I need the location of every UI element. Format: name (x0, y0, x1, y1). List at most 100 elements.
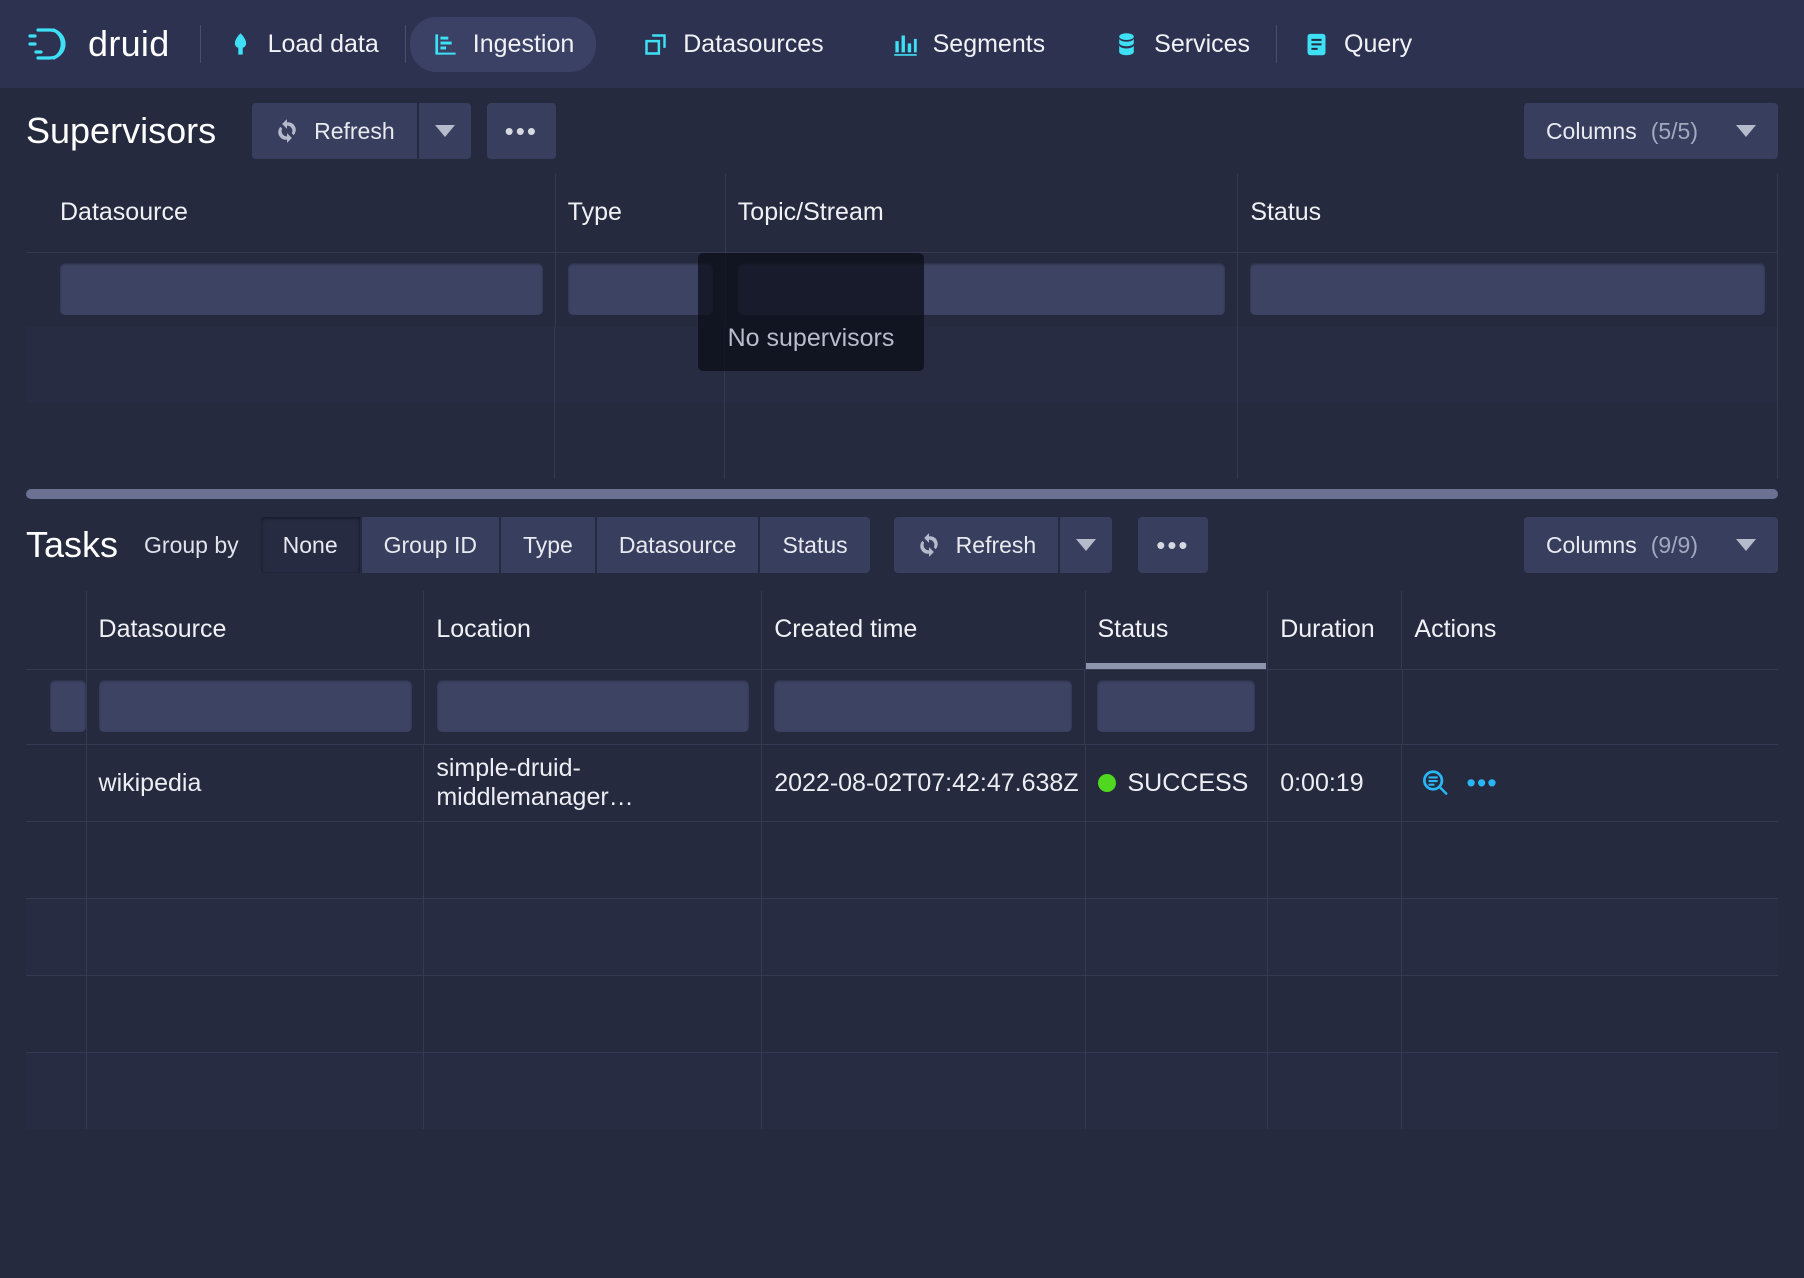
ingestion-chart-icon (432, 31, 459, 58)
supervisors-header-topic-stream[interactable]: Topic/Stream (726, 174, 1239, 252)
brand-name: druid (88, 23, 170, 65)
nav-item-load-data[interactable]: Load data (205, 17, 401, 72)
chevron-down-icon (1076, 539, 1096, 551)
more-dots-icon: ••• (505, 118, 538, 144)
tasks-filter-status[interactable] (1097, 680, 1255, 732)
supervisors-filter-status-cell (1238, 253, 1778, 327)
more-dots-icon: ••• (1156, 532, 1189, 558)
tasks-cell-duration: 0:00:19 (1268, 745, 1402, 821)
supervisors-filter-datasource[interactable] (60, 263, 543, 315)
nav-item-query[interactable]: Query (1281, 17, 1434, 72)
nav-item-segments[interactable]: Segments (870, 17, 1068, 72)
tasks-header-location[interactable]: Location (424, 591, 762, 669)
tasks-row-partial-cell (26, 745, 87, 821)
supervisors-filter-type[interactable] (568, 263, 713, 315)
tasks-filter-datasource[interactable] (99, 680, 412, 732)
tasks-header-partial-column[interactable] (26, 591, 87, 669)
supervisors-columns-count: (5/5) (1651, 118, 1698, 145)
tasks-more-button[interactable]: ••• (1138, 517, 1207, 573)
supervisors-filter-status[interactable] (1250, 263, 1765, 315)
tasks-actions-group: ••• (1414, 768, 1497, 798)
nav-divider-2 (405, 25, 406, 63)
supervisors-header-datasource[interactable]: Datasource (26, 174, 556, 252)
tasks-title: Tasks (26, 524, 118, 566)
supervisors-toolbar: Supervisors Refresh ••• Columns (5/5) (0, 88, 1804, 174)
tasks-filter-partial[interactable] (50, 680, 86, 732)
group-by-datasource-button[interactable]: Datasource (597, 517, 759, 573)
segments-bar-icon (892, 31, 919, 58)
nav-item-services[interactable]: Services (1091, 17, 1272, 72)
group-by-group-id-button[interactable]: Group ID (362, 517, 499, 573)
brand-logo[interactable]: druid (26, 22, 196, 66)
status-badge: SUCCESS (1128, 769, 1249, 798)
tasks-filter-created-time[interactable] (774, 680, 1072, 732)
tasks-filter-partial-cell (26, 670, 87, 744)
tasks-columns-count: (9/9) (1651, 532, 1698, 559)
tasks-header-status[interactable]: Status (1086, 591, 1269, 669)
tasks-empty-row-3 (26, 976, 1778, 1052)
supervisors-header-status[interactable]: Status (1238, 174, 1778, 252)
table-row[interactable]: wikipedia simple-druid-middlemanager… 20… (26, 745, 1778, 821)
chevron-down-icon (435, 125, 455, 137)
tasks-filter-created-time-cell (762, 670, 1085, 744)
query-document-icon (1303, 31, 1330, 58)
nav-item-ingestion[interactable]: Ingestion (410, 17, 596, 72)
tasks-refresh-dropdown[interactable] (1060, 517, 1112, 573)
chevron-down-icon (1736, 125, 1756, 137)
nav-label-ingestion: Ingestion (473, 30, 574, 59)
group-by-none-button[interactable]: None (261, 517, 360, 573)
tasks-header-duration[interactable]: Duration (1268, 591, 1402, 669)
tasks-row-more-icon[interactable]: ••• (1466, 770, 1497, 797)
tasks-refresh-group: Refresh (894, 517, 1113, 573)
supervisors-columns-button[interactable]: Columns (5/5) (1524, 103, 1778, 159)
tasks-group-by-label: Group by (144, 532, 239, 559)
nav-items: Load data Ingestion Datasources (205, 17, 1435, 72)
supervisors-header-type[interactable]: Type (556, 174, 726, 252)
tasks-cell-actions: ••• (1402, 745, 1778, 821)
nav-divider-3 (1276, 25, 1277, 63)
refresh-icon (274, 118, 300, 144)
tasks-filter-location-cell (425, 670, 763, 744)
supervisors-table: Datasource Type Topic/Stream Status No s… (26, 174, 1778, 479)
nav-label-segments: Segments (933, 30, 1046, 59)
task-log-icon[interactable] (1420, 768, 1450, 798)
tasks-group-by-segmented-control: None Group ID Type Datasource Status (261, 517, 870, 573)
tasks-toolbar: Tasks Group by None Group ID Type Dataso… (0, 499, 1804, 591)
nav-label-services: Services (1154, 30, 1250, 59)
tasks-filter-row (26, 670, 1778, 744)
tasks-header-datasource[interactable]: Datasource (87, 591, 425, 669)
supervisors-refresh-group: Refresh (252, 103, 471, 159)
nav-label-datasources: Datasources (683, 30, 823, 59)
datasources-stack-icon (642, 31, 669, 58)
group-by-type-button[interactable]: Type (501, 517, 595, 573)
group-by-status-button[interactable]: Status (760, 517, 869, 573)
upload-cloud-icon (227, 31, 254, 58)
supervisors-refresh-button[interactable]: Refresh (252, 103, 417, 159)
tasks-cell-datasource: wikipedia (87, 745, 425, 821)
tasks-columns-button[interactable]: Columns (9/9) (1524, 517, 1778, 573)
supervisors-more-button[interactable]: ••• (487, 103, 556, 159)
supervisors-refresh-dropdown[interactable] (419, 103, 471, 159)
chevron-down-icon (1736, 539, 1756, 551)
tasks-filter-actions-cell (1403, 670, 1778, 744)
druid-logo-icon (26, 22, 74, 66)
services-database-icon (1113, 31, 1140, 58)
tasks-refresh-label: Refresh (956, 532, 1037, 559)
tasks-columns-label: Columns (1546, 532, 1637, 559)
nav-divider-1 (200, 25, 201, 63)
tasks-refresh-button[interactable]: Refresh (894, 517, 1059, 573)
nav-item-datasources[interactable]: Datasources (620, 17, 845, 72)
tasks-filter-location[interactable] (437, 680, 750, 732)
tasks-header-actions[interactable]: Actions (1402, 591, 1778, 669)
tasks-cell-created-time: 2022-08-02T07:42:47.638Z (762, 745, 1085, 821)
supervisors-horizontal-scrollbar[interactable] (26, 489, 1778, 499)
tasks-empty-row-1 (26, 822, 1778, 898)
tasks-filter-datasource-cell (87, 670, 425, 744)
status-dot-icon (1098, 774, 1116, 792)
tasks-header-created-time[interactable]: Created time (762, 591, 1085, 669)
nav-label-query: Query (1344, 30, 1412, 59)
tasks-table: Datasource Location Created time Status … (26, 591, 1778, 1129)
supervisors-empty-row-2 (26, 403, 1778, 479)
tasks-cell-status: SUCCESS (1086, 745, 1269, 821)
top-navbar: druid Load data Ingestion (0, 0, 1804, 88)
